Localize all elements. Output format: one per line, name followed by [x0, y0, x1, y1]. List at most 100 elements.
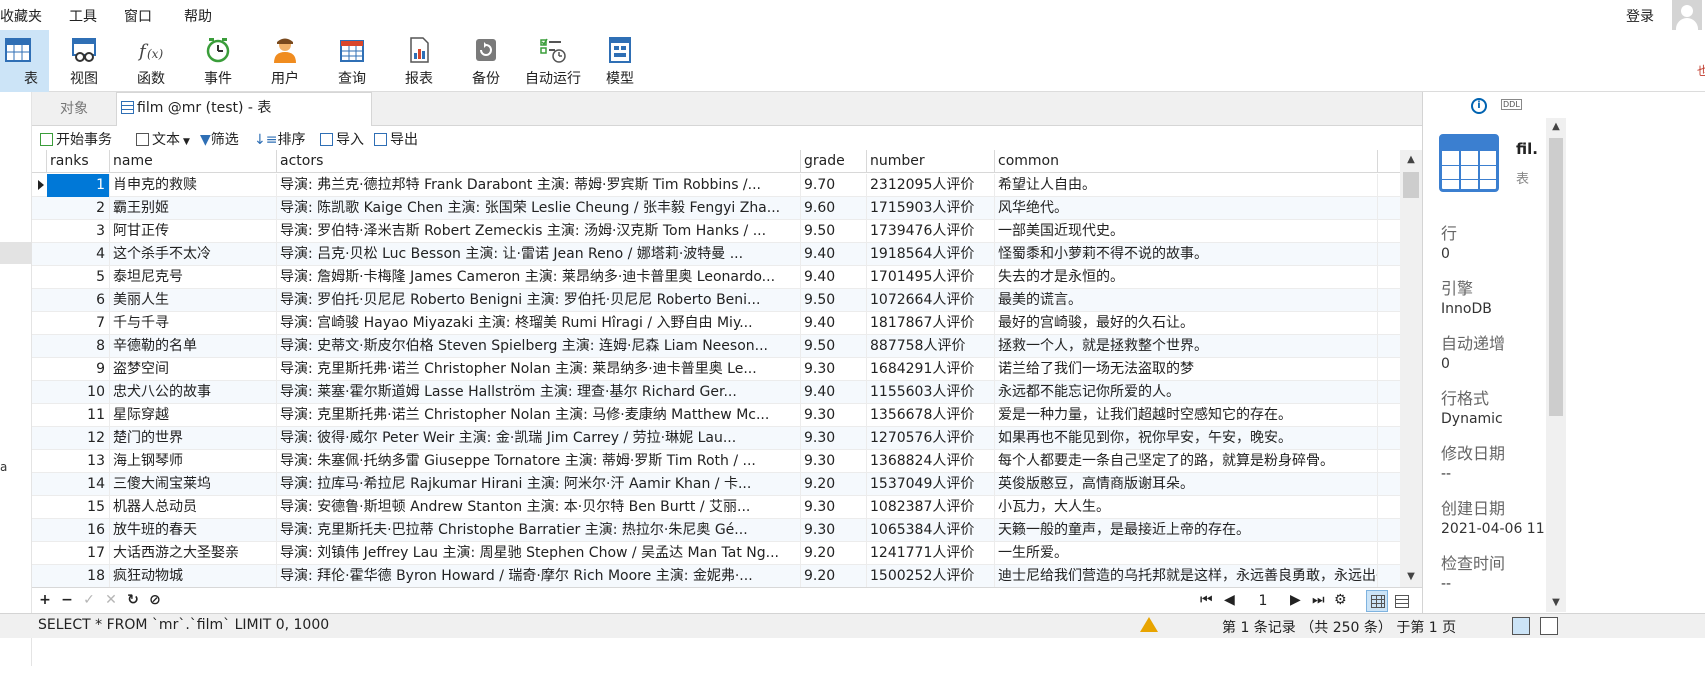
table-row[interactable]: 12 楚门的世界 导演: 彼得·威尔 Peter Weir 主演: 金·凯瑞 Jim… [32, 427, 1406, 450]
delete-record-button[interactable]: − [58, 591, 76, 609]
navigator-pane-edge[interactable]: a [0, 92, 32, 666]
gear-icon[interactable]: ⚙ [1334, 592, 1347, 608]
cell-ranks[interactable]: 4 [47, 243, 110, 266]
scroll-down-icon[interactable]: ▼ [1400, 567, 1422, 587]
cell-actors[interactable]: 导演: 陈凯歌 Kaige Chen 主演: 张国荣 Leslie Cheung… [277, 197, 801, 220]
sort-button[interactable]: ↓≡排序 [254, 129, 305, 149]
info-panel-scrollbar[interactable]: ▲ ▼ [1546, 118, 1566, 612]
menu-tools[interactable]: 工具 [69, 6, 97, 26]
ddl-icon[interactable]: DDL [1501, 99, 1522, 110]
cell-actors[interactable]: 导演: 拉库马·希拉尼 Rajkumar Hirani 主演: 阿米尔·汗 Aa… [277, 473, 801, 496]
scroll-thumb[interactable] [1549, 138, 1563, 416]
cell-grade[interactable]: 9.30 [801, 358, 867, 381]
cell-grade[interactable]: 9.30 [801, 404, 867, 427]
cell-grade[interactable]: 9.40 [801, 381, 867, 404]
scroll-up-icon[interactable]: ▲ [1546, 118, 1566, 136]
cell-common[interactable]: 爱是一种力量，让我们超越时空感知它的存在。 [995, 404, 1378, 427]
page-number-input[interactable]: 1 [1244, 591, 1282, 611]
cell-number[interactable]: 1817867人评价 [867, 312, 995, 335]
cell-name[interactable]: 机器人总动员 [110, 496, 277, 519]
cell-actors[interactable]: 导演: 刘镇伟 Jeffrey Lau 主演: 周星驰 Stephen Chow… [277, 542, 801, 565]
tab-objects[interactable]: 对象 [32, 92, 116, 126]
cell-grade[interactable]: 9.50 [801, 220, 867, 243]
cell-grade[interactable]: 9.40 [801, 266, 867, 289]
table-row[interactable]: 17 大话西游之大圣娶亲 导演: 刘镇伟 Jeffrey Lau 主演: 周星驰 S… [32, 542, 1406, 565]
cell-number[interactable]: 1918564人评价 [867, 243, 995, 266]
filter-button[interactable]: ▼筛选 [200, 129, 239, 149]
begin-transaction-button[interactable]: 开始事务 [40, 129, 112, 149]
cell-grade[interactable]: 9.40 [801, 243, 867, 266]
cell-number[interactable]: 1715903人评价 [867, 197, 995, 220]
cell-number[interactable]: 1701495人评价 [867, 266, 995, 289]
ribbon-table-button[interactable]: 表 [0, 30, 49, 92]
data-grid[interactable]: ranks name actors grade number common 1肖… [32, 150, 1406, 587]
avatar[interactable] [1672, 0, 1702, 30]
cell-ranks[interactable]: 16 [47, 519, 110, 542]
cell-actors[interactable]: 导演: 彼得·威尔 Peter Weir 主演: 金·凯瑞 Jim Carrey… [277, 427, 801, 450]
cell-common[interactable]: 怪蜀黍和小萝莉不得不说的故事。 [995, 243, 1378, 266]
column-header-actors[interactable]: actors [277, 150, 801, 173]
cell-ranks[interactable]: 17 [47, 542, 110, 565]
cell-grade[interactable]: 9.30 [801, 519, 867, 542]
cell-actors[interactable]: 导演: 朱塞佩·托纳多雷 Giuseppe Tornatore 主演: 蒂姆·罗… [277, 450, 801, 473]
table-row[interactable]: 9 盗梦空间 导演: 克里斯托弗·诺兰 Christopher Nolan 主演: … [32, 358, 1406, 381]
first-page-icon[interactable]: ⏮ [1200, 592, 1213, 608]
stop-icon[interactable]: ⊘ [146, 591, 164, 609]
cell-ranks[interactable]: 11 [47, 404, 110, 427]
cell-number[interactable]: 1065384人评价 [867, 519, 995, 542]
cell-common[interactable]: 最美的谎言。 [995, 289, 1378, 312]
next-page-icon[interactable]: ▶ [1290, 592, 1301, 608]
cell-number[interactable]: 1368824人评价 [867, 450, 995, 473]
cell-name[interactable]: 肖申克的救赎 [110, 174, 277, 197]
cell-name[interactable]: 辛德勒的名单 [110, 335, 277, 358]
cell-grade[interactable]: 9.30 [801, 427, 867, 450]
menu-window[interactable]: 窗口 [124, 6, 152, 26]
cell-actors[interactable]: 导演: 安德鲁·斯坦顿 Andrew Stanton 主演: 本·贝尔特 Ben… [277, 496, 801, 519]
cell-actors[interactable]: 导演: 罗伯托·贝尼尼 Roberto Benigni 主演: 罗伯托·贝尼尼 … [277, 289, 801, 312]
grid-view-button[interactable] [1366, 590, 1388, 612]
table-row[interactable]: 10 忠犬八公的故事 导演: 莱塞·霍尔斯道姆 Lasse Hallström 主演… [32, 381, 1406, 404]
table-row[interactable]: 11 星际穿越 导演: 克里斯托弗·诺兰 Christopher Nolan 主演:… [32, 404, 1406, 427]
form-view-button[interactable] [1390, 590, 1412, 612]
table-row[interactable]: 1 肖申克的救赎 导演: 弗兰克·德拉邦特 Frank Darabont 主演: 蒂… [32, 174, 1406, 197]
import-button[interactable]: 导入 [320, 129, 364, 149]
cell-name[interactable]: 千与千寻 [110, 312, 277, 335]
ribbon-query-button[interactable]: 查询 [321, 30, 383, 92]
cell-grade[interactable]: 9.50 [801, 335, 867, 358]
cell-actors[interactable]: 导演: 詹姆斯·卡梅隆 James Cameron 主演: 莱昂纳多·迪卡普里奥… [277, 266, 801, 289]
cell-common[interactable]: 每个人都要走一条自己坚定了的路，就算是粉身碎骨。 [995, 450, 1378, 473]
info-icon[interactable]: i [1471, 98, 1487, 114]
last-page-icon[interactable]: ⏭ [1312, 592, 1325, 608]
cell-common[interactable]: 诺兰给了我们一场无法盗取的梦 [995, 358, 1378, 381]
ribbon-function-button[interactable]: f (x) 函数 [120, 30, 182, 92]
table-row[interactable]: 18 疯狂动物城 导演: 拜伦·霍华德 Byron Howard / 瑞奇·摩尔 R… [32, 565, 1406, 587]
cell-name[interactable]: 阿甘正传 [110, 220, 277, 243]
menu-help[interactable]: 帮助 [184, 6, 212, 26]
apply-check-icon[interactable]: ✓ [80, 591, 98, 609]
cell-common[interactable]: 失去的才是永恒的。 [995, 266, 1378, 289]
table-row[interactable]: 2 霸王别姬 导演: 陈凯歌 Kaige Chen 主演: 张国荣 Leslie C… [32, 197, 1406, 220]
cell-number[interactable]: 1155603人评价 [867, 381, 995, 404]
cell-ranks[interactable]: 3 [47, 220, 110, 243]
cell-name[interactable]: 大话西游之大圣娶亲 [110, 542, 277, 565]
cell-name[interactable]: 泰坦尼克号 [110, 266, 277, 289]
cell-actors[interactable]: 导演: 宫崎骏 Hayao Miyazaki 主演: 柊瑠美 Rumi Hîra… [277, 312, 801, 335]
cell-ranks[interactable]: 7 [47, 312, 110, 335]
column-header-name[interactable]: name [110, 150, 277, 173]
cell-ranks[interactable]: 18 [47, 565, 110, 587]
cell-common[interactable]: 迪士尼给我们营造的乌托邦就是这样，永远善良勇敢，永远出乎 [995, 565, 1378, 587]
warning-icon[interactable] [1140, 617, 1158, 632]
column-header-ranks[interactable]: ranks [47, 150, 110, 173]
cell-number[interactable]: 1356678人评价 [867, 404, 995, 427]
cell-ranks[interactable]: 2 [47, 197, 110, 220]
navigator-selected-item[interactable] [0, 242, 32, 264]
cell-actors[interactable]: 导演: 拜伦·霍华德 Byron Howard / 瑞奇·摩尔 Rich Moo… [277, 565, 801, 587]
cell-name[interactable]: 美丽人生 [110, 289, 277, 312]
cell-ranks[interactable]: 13 [47, 450, 110, 473]
cell-grade[interactable]: 9.40 [801, 312, 867, 335]
ribbon-report-button[interactable]: 报表 [388, 30, 450, 92]
scroll-thumb[interactable] [1403, 172, 1419, 198]
add-record-button[interactable]: + [36, 591, 54, 609]
cell-number[interactable]: 1684291人评价 [867, 358, 995, 381]
cell-name[interactable]: 楚门的世界 [110, 427, 277, 450]
